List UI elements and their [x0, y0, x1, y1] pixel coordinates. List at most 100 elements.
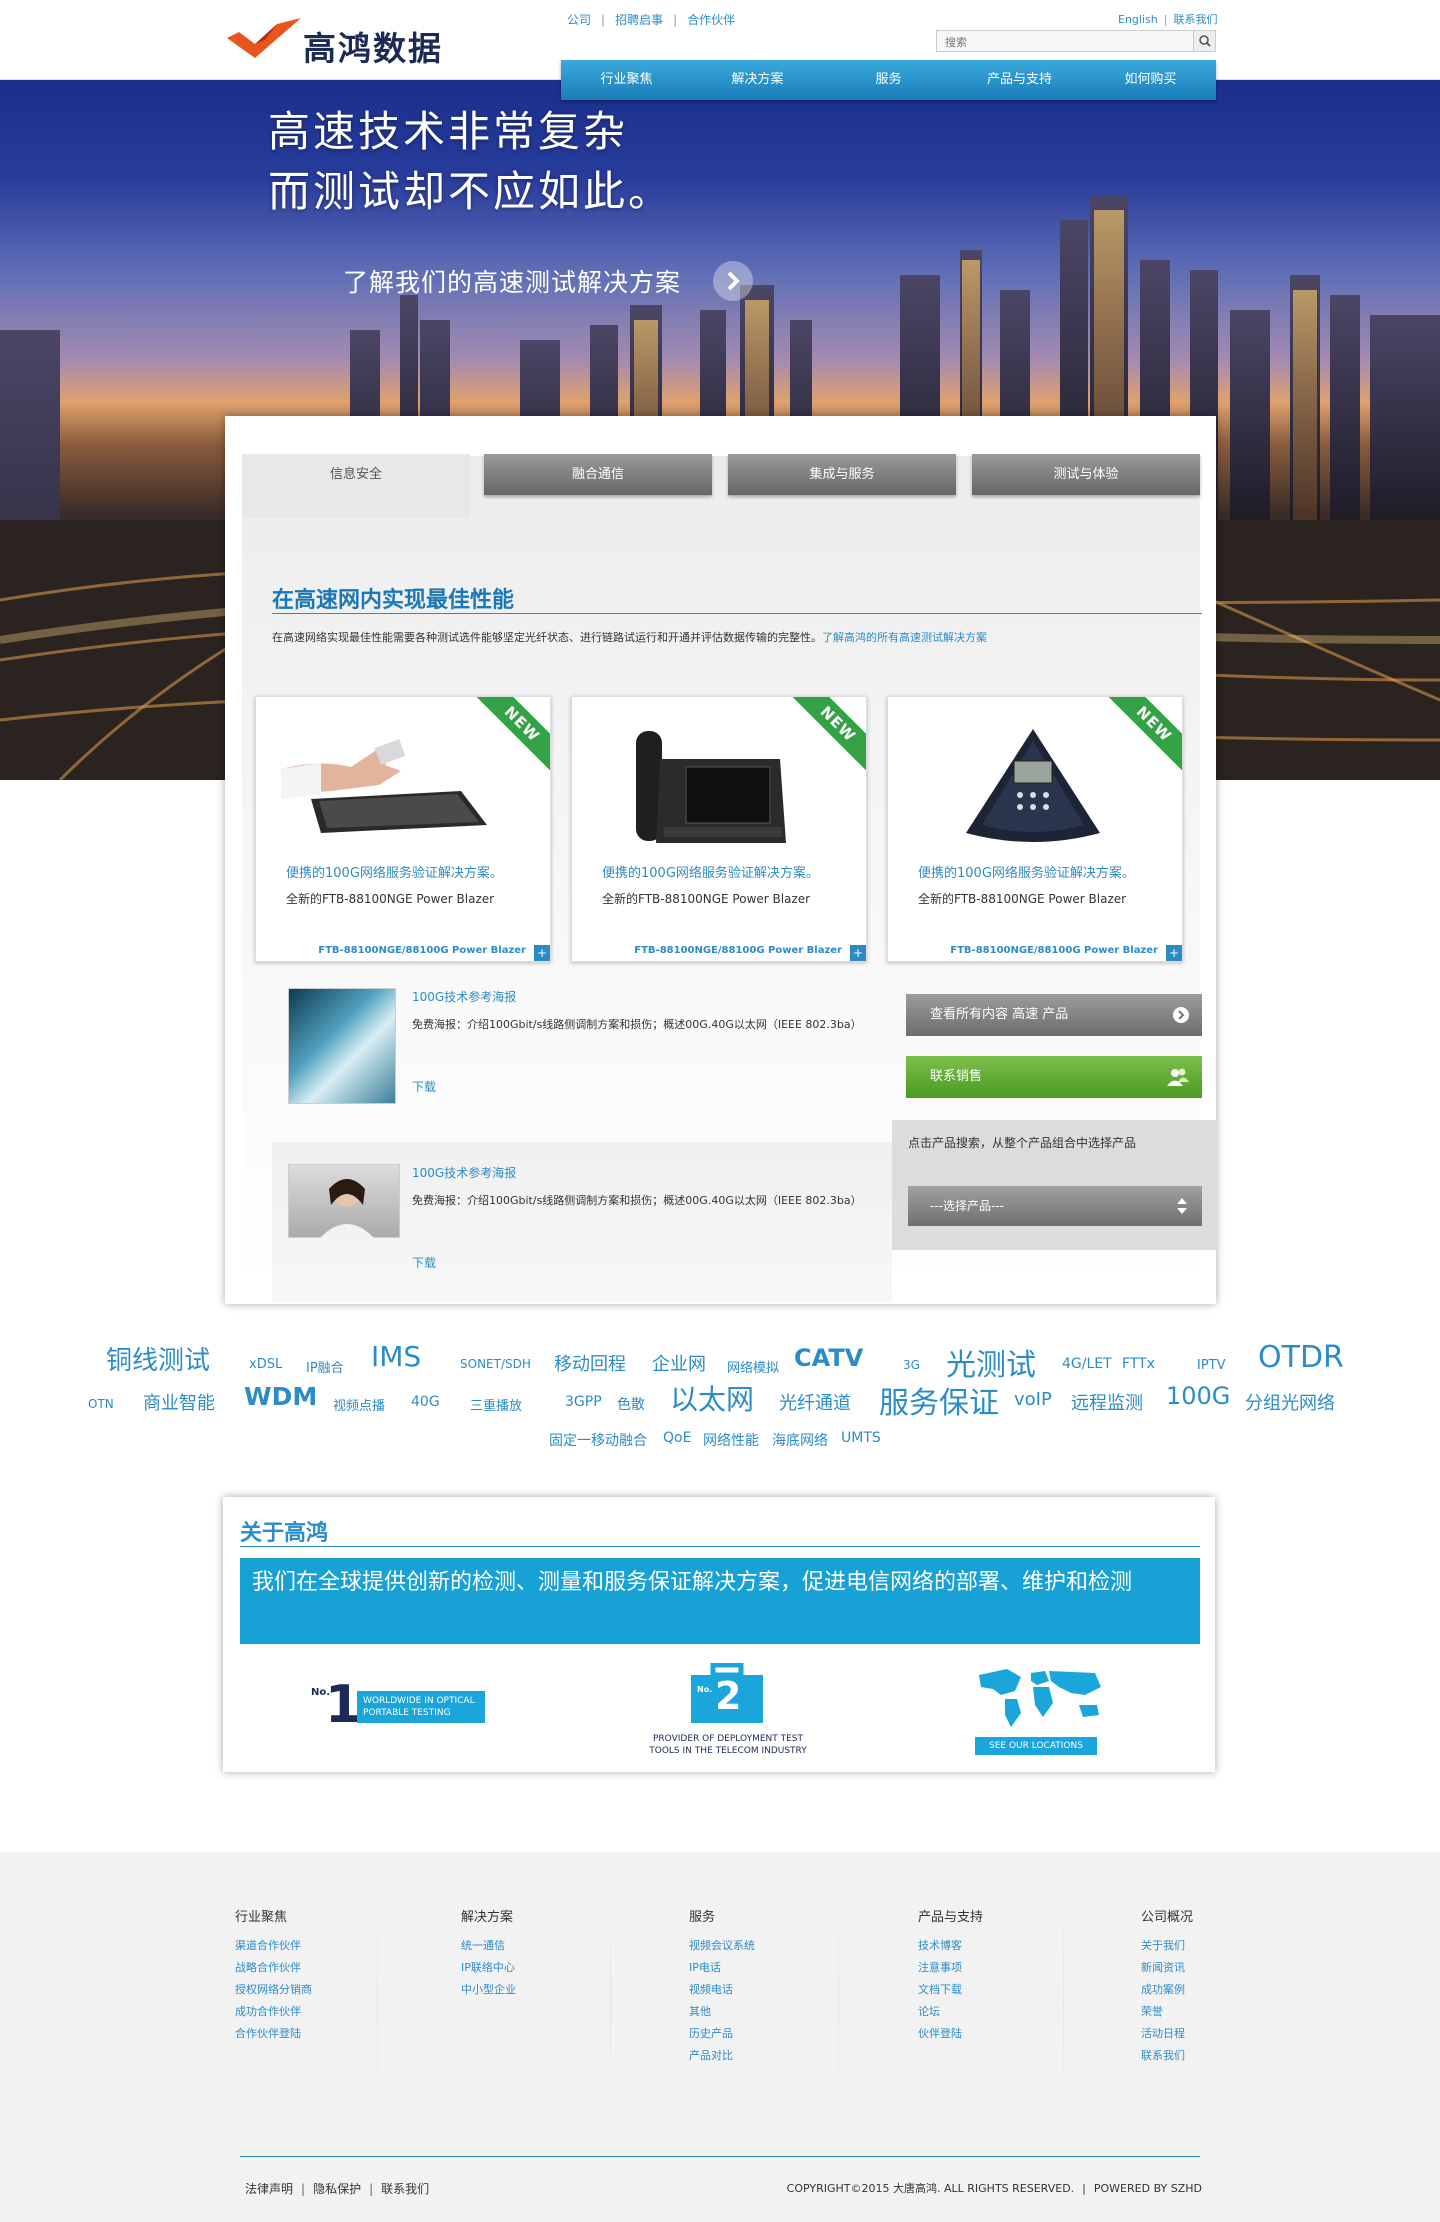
- tab-info-security[interactable]: 信息安全: [242, 454, 470, 518]
- tag[interactable]: 3G: [903, 1358, 920, 1372]
- nav-item-buy[interactable]: 如何购买: [1085, 60, 1216, 100]
- no2-badge[interactable]: No. 2 PROVIDER OF DEPLOYMENT TEST TOOLS …: [633, 1663, 813, 1763]
- view-all-products-button[interactable]: 查看所有内容 高速 产品: [906, 994, 1202, 1036]
- download-link[interactable]: 下载: [412, 1254, 436, 1271]
- tag[interactable]: 4G/LET: [1062, 1356, 1112, 1372]
- tag[interactable]: 分组光网络: [1245, 1389, 1335, 1415]
- tag[interactable]: 远程监测: [1071, 1389, 1143, 1415]
- tag[interactable]: IP融合: [306, 1357, 344, 1376]
- footer-link[interactable]: 视频电话: [689, 1979, 889, 2001]
- contact-link[interactable]: 联系我们: [1173, 13, 1217, 26]
- top-link-partners[interactable]: 合作伙伴: [687, 13, 735, 27]
- legal-notice-link[interactable]: 法律声明: [245, 2182, 293, 2196]
- tag[interactable]: 40G: [411, 1394, 440, 1410]
- footer-link[interactable]: 伙伴登陆: [918, 2023, 1118, 2045]
- footer-link[interactable]: 产品对比: [689, 2045, 889, 2067]
- tag[interactable]: IMS: [371, 1340, 421, 1373]
- tag[interactable]: UMTS: [841, 1430, 881, 1446]
- tag[interactable]: 3GPP: [565, 1394, 602, 1410]
- product-select[interactable]: ---选择产品---: [908, 1186, 1202, 1226]
- see-locations-button[interactable]: SEE OUR LOCATIONS: [975, 1737, 1097, 1755]
- tag[interactable]: 三重播放: [470, 1395, 522, 1414]
- card-footer-link[interactable]: FTB-88100NGE/88100G Power Blazer: [634, 945, 842, 956]
- tag[interactable]: 以太网: [670, 1378, 754, 1418]
- product-card[interactable]: NEW 便携的100G网络服务验证解决方案。 全新的FTB-88100NGE P…: [887, 696, 1183, 962]
- footer-link[interactable]: 注意事项: [918, 1957, 1118, 1979]
- product-card[interactable]: NEW 便携的100G网络服务验证解决方案。 全新的FTB-88100NGE P…: [255, 696, 551, 962]
- footer-link[interactable]: 关于我们: [1141, 1935, 1341, 1957]
- tag[interactable]: 光纤通道: [779, 1389, 851, 1415]
- poster-thumbnail[interactable]: [288, 988, 396, 1104]
- footer-link[interactable]: IP联络中心: [461, 1957, 661, 1979]
- poster-thumbnail[interactable]: [288, 1164, 400, 1239]
- footer-link[interactable]: 活动日程: [1141, 2023, 1341, 2045]
- footer-link[interactable]: 新闻资讯: [1141, 1957, 1341, 1979]
- contact-sales-button[interactable]: 联系销售: [906, 1056, 1202, 1098]
- tag[interactable]: 100G: [1166, 1382, 1230, 1410]
- tab-integration-services[interactable]: 集成与服务: [728, 454, 956, 495]
- resource-title[interactable]: 100G技术参考海报: [412, 988, 516, 1005]
- tag[interactable]: voIP: [1014, 1389, 1052, 1410]
- hero-subtitle-link[interactable]: 了解我们的高速测试解决方案: [343, 263, 681, 299]
- nav-item-services[interactable]: 服务: [823, 60, 954, 100]
- search-button[interactable]: [1193, 31, 1215, 51]
- english-link[interactable]: English: [1118, 13, 1158, 26]
- footer-link[interactable]: 文档下载: [918, 1979, 1118, 2001]
- tag[interactable]: 服务保证: [879, 1378, 999, 1422]
- footer-link[interactable]: 成功合作伙伴: [235, 2001, 435, 2023]
- download-link[interactable]: 下载: [412, 1078, 436, 1095]
- privacy-link[interactable]: 隐私保护: [313, 2182, 361, 2196]
- tag[interactable]: 移动回程: [554, 1350, 626, 1376]
- tag[interactable]: 商业智能: [143, 1389, 215, 1415]
- footer-link[interactable]: 渠道合作伙伴: [235, 1935, 435, 1957]
- tag[interactable]: OTN: [88, 1397, 114, 1411]
- locations-badge[interactable]: SEE OUR LOCATIONS: [969, 1663, 1109, 1763]
- tab-unified-comm[interactable]: 融合通信: [484, 454, 712, 495]
- tag[interactable]: WDM: [244, 1382, 317, 1411]
- plus-icon[interactable]: +: [850, 945, 866, 961]
- hero-arrow-button[interactable]: [713, 261, 753, 301]
- footer-link[interactable]: 合作伙伴登陆: [235, 2023, 435, 2045]
- footer-link[interactable]: 视频会议系统: [689, 1935, 889, 1957]
- footer-link[interactable]: 联系我们: [1141, 2045, 1341, 2067]
- card-footer-link[interactable]: FTB-88100NGE/88100G Power Blazer: [950, 945, 1158, 956]
- tag[interactable]: IPTV: [1197, 1358, 1226, 1373]
- footer-link[interactable]: IP电话: [689, 1957, 889, 1979]
- tag[interactable]: 网络性能: [703, 1430, 759, 1450]
- tab-testing-experience[interactable]: 测试与体验: [972, 454, 1200, 495]
- footer-link[interactable]: 成功案例: [1141, 1979, 1341, 2001]
- tag[interactable]: 色散: [617, 1394, 645, 1414]
- plus-icon[interactable]: +: [534, 945, 550, 961]
- no1-badge[interactable]: No. 1 WORLDWIDE IN OPTICAL PORTABLE TEST…: [311, 1677, 491, 1737]
- nav-item-industry[interactable]: 行业聚焦: [561, 60, 692, 100]
- footer-link[interactable]: 统一通信: [461, 1935, 661, 1957]
- footer-link[interactable]: 论坛: [918, 2001, 1118, 2023]
- all-solutions-link[interactable]: 了解高鸿的所有高速测试解决方案: [822, 631, 987, 644]
- tag[interactable]: CATV: [794, 1344, 863, 1372]
- top-link-jobs[interactable]: 招聘启事: [615, 13, 663, 27]
- logo[interactable]: 高鸿数据: [225, 12, 485, 68]
- footer-link[interactable]: 技术博客: [918, 1935, 1118, 1957]
- product-card[interactable]: NEW 便携的100G网络服务验证解决方案。 全新的FTB-88100NGE P…: [571, 696, 867, 962]
- nav-item-solutions[interactable]: 解决方案: [692, 60, 823, 100]
- tag[interactable]: xDSL: [249, 1357, 282, 1372]
- footer-link[interactable]: 中小型企业: [461, 1979, 661, 2001]
- tag[interactable]: 海底网络: [772, 1430, 828, 1450]
- tag[interactable]: 企业网: [652, 1350, 706, 1376]
- resource-title[interactable]: 100G技术参考海报: [412, 1164, 516, 1181]
- nav-item-products[interactable]: 产品与支持: [954, 60, 1085, 100]
- footer-contact-link[interactable]: 联系我们: [381, 2182, 429, 2196]
- tag[interactable]: 固定一移动融合: [549, 1430, 647, 1450]
- tag[interactable]: 视频点播: [333, 1395, 385, 1414]
- top-link-company[interactable]: 公司: [567, 13, 591, 27]
- tag[interactable]: FTTx: [1122, 1356, 1155, 1372]
- search-input[interactable]: [937, 32, 1187, 53]
- tag[interactable]: QoE: [663, 1430, 691, 1446]
- tag[interactable]: 网络模拟: [727, 1357, 779, 1376]
- footer-link[interactable]: 战略合作伙伴: [235, 1957, 435, 1979]
- card-footer-link[interactable]: FTB-88100NGE/88100G Power Blazer: [318, 945, 526, 956]
- plus-icon[interactable]: +: [1166, 945, 1182, 961]
- footer-link[interactable]: 授权网络分销商: [235, 1979, 435, 2001]
- footer-link[interactable]: 历史产品: [689, 2023, 889, 2045]
- footer-link[interactable]: 荣誉: [1141, 2001, 1341, 2023]
